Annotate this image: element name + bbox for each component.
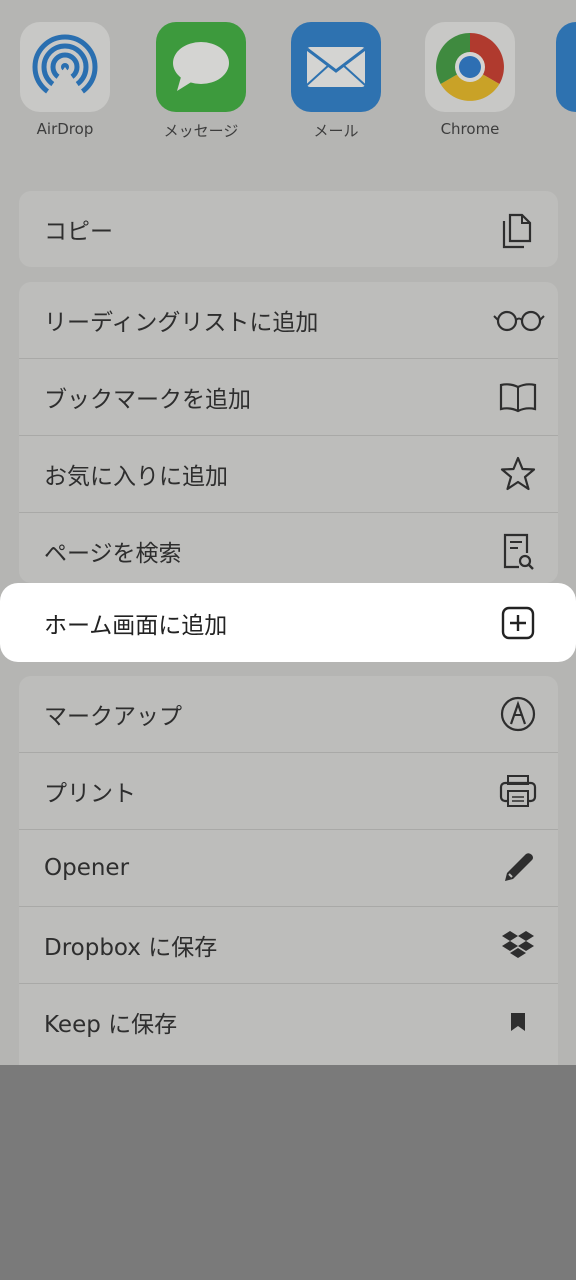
app-mail[interactable]: メール: [286, 22, 386, 141]
chrome-icon: [425, 22, 515, 112]
mail-icon: [291, 22, 381, 112]
action-label: お気に入りに追加: [44, 464, 228, 490]
app-label: メール: [313, 122, 359, 140]
app-label: メッセージ: [163, 122, 239, 140]
app-messages[interactable]: メッセージ: [151, 22, 251, 141]
printer-icon: [498, 771, 538, 811]
action-save-keep[interactable]: Keep に保存: [19, 984, 558, 1060]
action-print[interactable]: プリント: [19, 753, 558, 830]
action-markup[interactable]: マークアップ: [19, 676, 558, 753]
action-label: Dropbox に保存: [44, 935, 218, 961]
app-label: AirDrop: [36, 120, 94, 138]
action-add-bookmark[interactable]: ブックマークを追加: [19, 359, 558, 436]
app-label: Chrome: [440, 120, 500, 138]
share-app-row: AirDrop メッセージ メール Chrome: [0, 0, 576, 170]
action-opener[interactable]: Opener: [19, 830, 558, 907]
app-icon: [556, 22, 576, 112]
glasses-icon: [492, 300, 546, 340]
action-label: ホーム画面に追加: [44, 612, 228, 639]
add-square-icon: [498, 603, 538, 643]
action-add-to-home-screen[interactable]: ホーム画面に追加: [0, 583, 576, 662]
action-label: ブックマークを追加: [44, 387, 251, 413]
action-add-favorites[interactable]: お気に入りに追加: [19, 436, 558, 513]
action-label: コピー: [44, 219, 113, 245]
copy-icon: [498, 209, 538, 249]
action-label: ページを検索: [44, 541, 182, 567]
action-label: マークアップ: [44, 704, 182, 730]
action-find-on-page[interactable]: ページを検索: [19, 513, 558, 583]
star-icon: [498, 454, 538, 494]
messages-icon: [156, 22, 246, 112]
pencil-icon: [498, 848, 538, 888]
action-add-reading-list[interactable]: リーディングリストに追加: [19, 282, 558, 359]
action-copy[interactable]: コピー: [19, 191, 558, 267]
find-on-page-icon: [498, 531, 538, 571]
action-save-dropbox[interactable]: Dropbox に保存: [19, 907, 558, 984]
action-label: リーディングリストに追加: [44, 310, 319, 336]
copy-group: コピー: [19, 191, 558, 267]
browser-actions-group: リーディングリストに追加 ブックマークを追加 お気に入りに追加 ページを検索: [19, 282, 558, 583]
app-next[interactable]: [556, 22, 576, 112]
app-chrome[interactable]: Chrome: [420, 22, 520, 138]
dropbox-icon: [498, 925, 538, 965]
bookmark-icon: [498, 1002, 538, 1042]
airdrop-icon: [20, 22, 110, 112]
share-sheet: AirDrop メッセージ メール Chrome コピー リーディングリストに追…: [0, 0, 576, 1065]
app-airdrop[interactable]: AirDrop: [15, 22, 115, 138]
action-label: Keep に保存: [44, 1012, 178, 1038]
action-label: Opener: [44, 855, 130, 881]
markup-icon: [498, 694, 538, 734]
action-label: プリント: [44, 781, 136, 807]
book-icon: [498, 377, 538, 417]
extensions-group: マークアップ プリント Opener Dropbox に保存 Keep に保存: [19, 676, 558, 1065]
